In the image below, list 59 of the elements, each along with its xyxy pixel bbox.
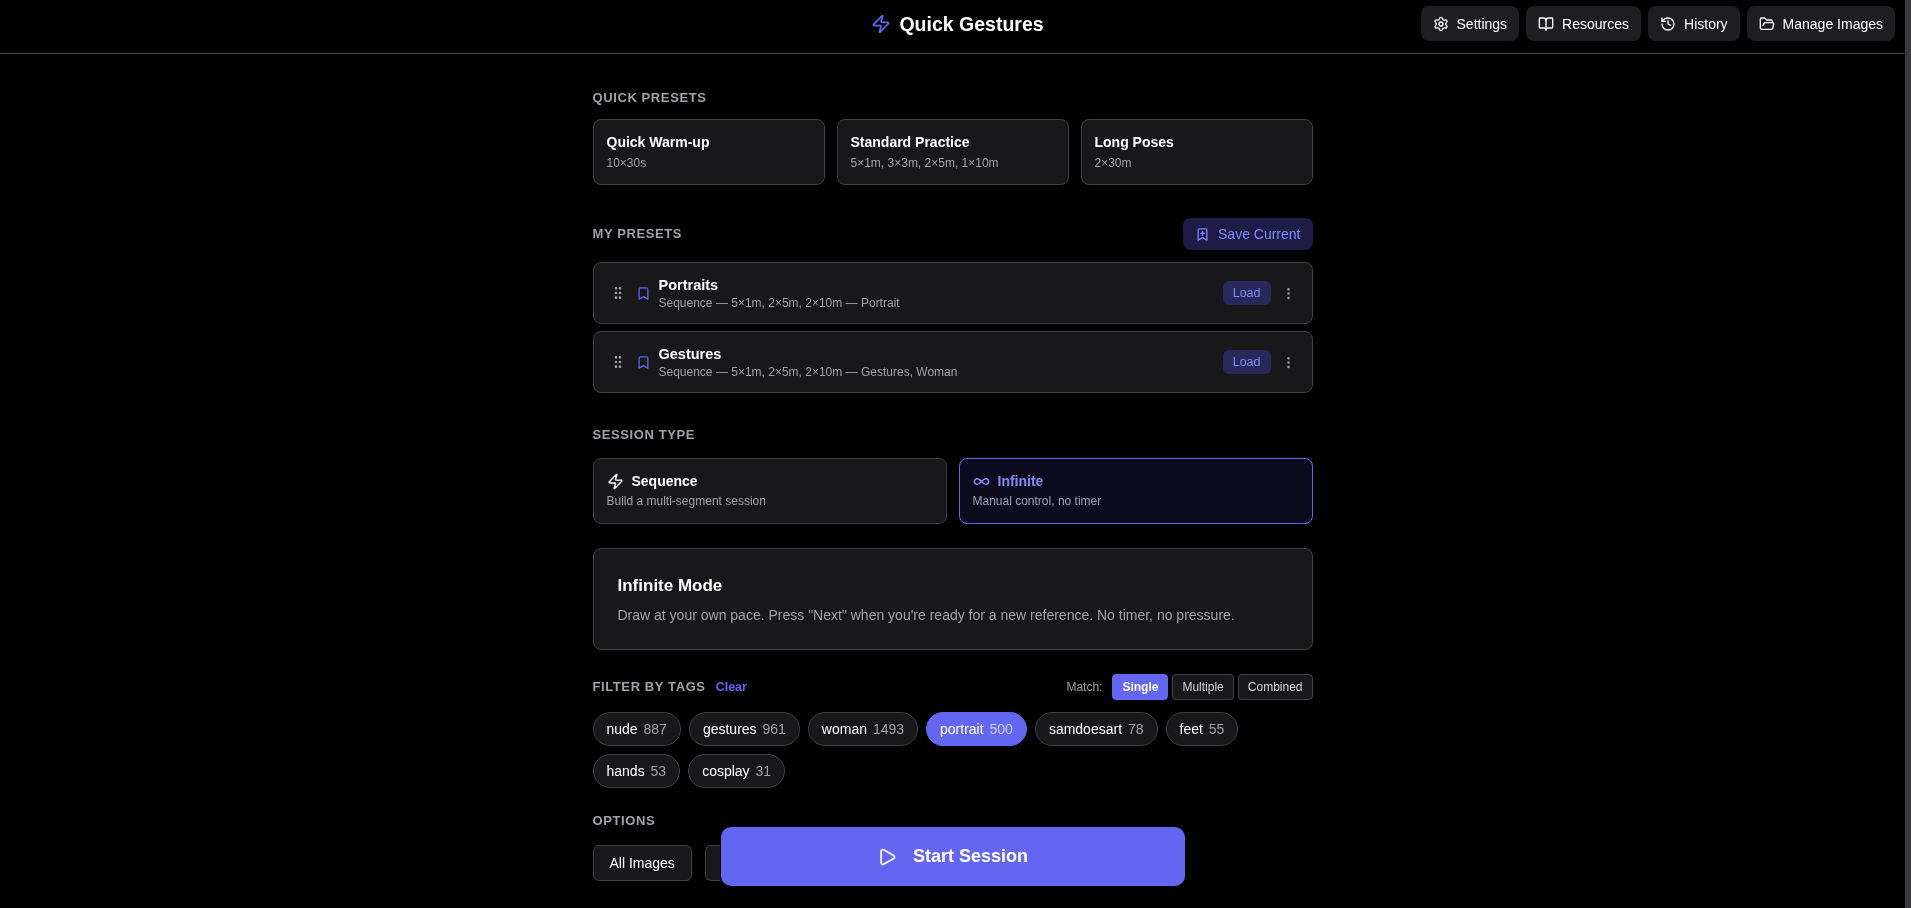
session-type-option[interactable]: Sequence Build a multi-segment session xyxy=(592,458,947,524)
history-icon xyxy=(1660,15,1677,32)
tag-chip[interactable]: hands 53 xyxy=(592,754,681,788)
mode-info-text: Draw at your own pace. Press "Next" when you're ready for a new reference. No timer, no pressure. xyxy=(617,606,1236,625)
preset-name: Portraits xyxy=(658,275,720,294)
book-icon xyxy=(1538,15,1555,32)
tag-chip[interactable]: woman 1493 xyxy=(807,712,919,746)
section-heading: OPTIONS xyxy=(592,813,657,829)
match-option[interactable]: Single xyxy=(1112,674,1169,700)
start-session-button[interactable]: Start Session xyxy=(720,827,1185,886)
clear-link[interactable]: Clear xyxy=(715,680,747,694)
header-button[interactable]: History xyxy=(1648,6,1740,41)
section-heading: QUICK PRESETS xyxy=(592,90,708,106)
lightning-icon xyxy=(871,13,892,34)
tag-chip[interactable]: gestures 961 xyxy=(688,712,800,746)
tag-chip[interactable]: nude 887 xyxy=(592,712,681,746)
header-button[interactable]: Settings xyxy=(1420,6,1520,41)
tag-chip[interactable]: portrait 500 xyxy=(926,712,1027,746)
preset-detail: Sequence — 5×1m, 2×5m, 2×10m — Portrait xyxy=(658,295,901,311)
folder-icon xyxy=(1758,15,1775,32)
header-button[interactable]: Resources xyxy=(1526,6,1642,41)
session-type-option[interactable]: Infinite Manual control, no timer xyxy=(958,458,1313,524)
preset-duration: 5×1m, 3×3m, 2×5m, 1×10m xyxy=(850,156,999,171)
section-heading: MY PRESETS xyxy=(592,226,683,242)
save-current-button[interactable]: Save Current xyxy=(1183,218,1313,250)
bookmark-icon xyxy=(635,285,651,301)
scrollbar[interactable] xyxy=(1905,0,1911,908)
tag-chip[interactable]: cosplay 31 xyxy=(688,754,786,788)
bookmark-plus-icon xyxy=(1195,226,1210,242)
preset-card[interactable]: Long Poses 2×30m xyxy=(1080,119,1313,185)
bookmark-icon xyxy=(635,354,651,370)
app-title: Quick Gestures xyxy=(899,11,1044,36)
lightning-icon xyxy=(606,473,624,490)
section-heading: FILTER BY TAGS xyxy=(592,679,706,695)
mode-info-title: Infinite Mode xyxy=(617,575,724,597)
session-type-title: Infinite xyxy=(997,473,1044,490)
session-type-description: Manual control, no timer xyxy=(972,494,1102,509)
match-option[interactable]: Multiple xyxy=(1172,674,1234,700)
preset-detail: Sequence — 5×1m, 2×5m, 2×10m — Gestures, Woman xyxy=(658,364,959,380)
preset-title: Standard Practice xyxy=(850,134,970,151)
preset-card[interactable]: Standard Practice 5×1m, 3×3m, 2×5m, 1×10m xyxy=(836,119,1069,185)
tag-chip[interactable]: samdoesart 78 xyxy=(1034,712,1158,746)
header-button[interactable]: Manage Images xyxy=(1746,6,1895,41)
match-label: Match: xyxy=(1066,680,1103,694)
section-heading: SESSION TYPE xyxy=(592,427,697,443)
settings-icon xyxy=(1432,15,1449,32)
option-button[interactable]: All Images xyxy=(592,845,692,881)
preset-title: Long Poses xyxy=(1094,134,1174,151)
preset-duration: 2×30m xyxy=(1094,156,1132,171)
tag-chip[interactable]: feet 55 xyxy=(1165,712,1239,746)
preset-name: Gestures xyxy=(658,344,723,363)
match-option[interactable]: Combined xyxy=(1237,674,1313,700)
preset-card[interactable]: Quick Warm-up 10×30s xyxy=(592,119,825,185)
preset-title: Quick Warm-up xyxy=(606,134,710,151)
session-type-title: Sequence xyxy=(631,473,698,490)
load-button[interactable]: Load xyxy=(1222,350,1271,374)
load-button[interactable]: Load xyxy=(1222,281,1271,305)
preset-duration: 10×30s xyxy=(606,156,647,171)
session-type-description: Build a multi-segment session xyxy=(606,494,766,509)
